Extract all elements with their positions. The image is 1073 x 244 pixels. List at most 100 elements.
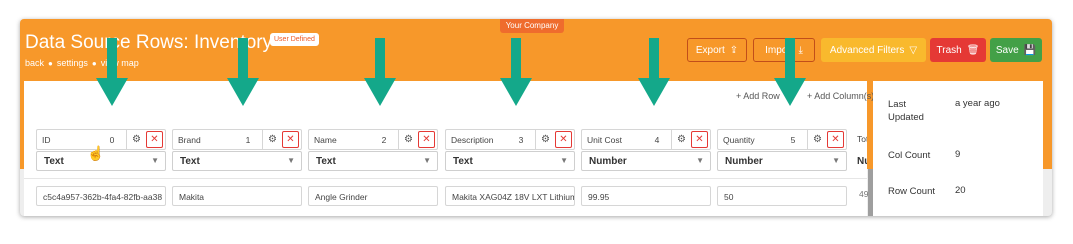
trash-button[interactable]: Trash 🗑 [930,38,986,62]
advanced-filters-label: Advanced Filters [829,44,905,56]
upload-icon: ⇪ [729,44,739,56]
column-header: Quantity 5 ⚙ ✕ [717,129,847,150]
chevron-down-icon: ▼ [287,156,295,165]
column-type-value: Number [725,156,763,167]
column-name[interactable]: Unit Cost [587,135,622,145]
column-partial: Tot Nu [857,129,867,189]
close-icon[interactable]: ✕ [555,131,572,148]
gear-icon[interactable]: ⚙ [126,130,146,149]
chevron-down-icon: ▼ [696,156,704,165]
user-defined-badge: User Defined [270,33,319,46]
column-type-value[interactable]: Nu [857,156,867,167]
col-count-value: 9 [955,149,961,160]
close-icon[interactable]: ✕ [146,131,163,148]
down-arrow-icon [364,38,396,106]
cell-input[interactable]: c5c4a957-362b-4fa4-82fb-aa38 [36,186,166,206]
gear-icon[interactable]: ⚙ [807,130,827,149]
column-quantity: Quantity 5 ⚙ ✕ Number ▼ [717,129,847,175]
cell-input[interactable]: 50 [717,186,847,206]
column-index[interactable]: 1 [241,135,255,145]
save-label: Save [995,44,1019,56]
hand-cursor-icon: ☝ [87,145,105,161]
column-type-select[interactable]: Text ▼ [445,151,575,171]
column-header: Brand 1 ⚙ ✕ [172,129,302,150]
export-label: Export [695,44,725,56]
save-icon: 💾 [1023,44,1037,56]
cell-value: Angle Grinder [315,192,368,202]
cell-input[interactable]: Makita XAG04Z 18V LXT Lithium [445,186,575,206]
back-link[interactable]: back [25,58,44,68]
cell-value: Makita XAG04Z 18V LXT Lithium [452,192,575,202]
gear-icon[interactable]: ⚙ [535,130,555,149]
row-count-value: 20 [955,185,966,196]
advanced-filters-button[interactable]: Advanced Filters ▽ [821,38,926,62]
separator-dot: ● [48,59,53,68]
column-type-value: Text [44,156,64,167]
last-updated-value: a year ago [955,98,1000,109]
column-index[interactable]: 5 [786,135,800,145]
column-index[interactable]: 3 [514,135,528,145]
column-index[interactable]: 2 [377,135,391,145]
cell-value: 50 [724,192,734,202]
down-arrow-icon [774,38,806,106]
column-name[interactable]: Description [451,135,494,145]
cell-value: Makita [179,192,205,202]
divider [24,178,867,179]
chevron-down-icon: ▼ [832,156,840,165]
close-icon[interactable]: ✕ [418,131,435,148]
gear-icon[interactable]: ⚙ [262,130,282,149]
add-column-button[interactable]: + Add Column(s) [807,91,874,101]
company-tab[interactable]: Your Company [500,19,564,33]
column-type-select[interactable]: Text ▼ [172,151,302,171]
column-name[interactable]: Brand [178,135,201,145]
cell-input[interactable]: Makita [172,186,302,206]
info-panel: Last Updated a year ago Col Count 9 Row … [873,81,1043,216]
column-index[interactable]: 0 [105,135,119,145]
column-unit-cost: Unit Cost 4 ⚙ ✕ Number ▼ [581,129,711,175]
cell-input[interactable]: 99.95 [581,186,711,206]
column-type-select[interactable]: Number ▼ [717,151,847,171]
export-button[interactable]: Export ⇪ [687,38,747,62]
trash-label: Trash [936,44,962,56]
gear-icon[interactable]: ⚙ [398,130,418,149]
column-index[interactable]: 4 [650,135,664,145]
down-arrow-icon [500,38,532,106]
save-button[interactable]: Save 💾 [990,38,1042,62]
column-type-select[interactable]: Text ▼ [308,151,438,171]
down-arrow-icon [638,38,670,106]
cell-value: 99.95 [588,192,610,202]
cell-input[interactable]: Angle Grinder [308,186,438,206]
column-header: Name 2 ⚙ ✕ [308,129,438,150]
chevron-down-icon: ▼ [423,156,431,165]
last-updated-label: Last Updated [888,99,924,123]
column-name[interactable]: Name [314,135,337,145]
filter-icon: ▽ [909,44,918,56]
down-arrow-icon [96,38,128,106]
chevron-down-icon: ▼ [151,156,159,165]
column-name-field: Name 2 ⚙ ✕ Text ▼ [308,129,438,175]
row-count-label: Row Count [888,186,935,197]
column-type-value: Text [180,156,200,167]
column-header: Unit Cost 4 ⚙ ✕ [581,129,711,150]
column-name[interactable]: ID [42,135,51,145]
col-count-label: Col Count [888,150,931,161]
trash-icon: 🗑 [966,44,980,56]
column-type-value: Text [453,156,473,167]
column-type-value: Number [589,156,627,167]
column-description: Description 3 ⚙ ✕ Text ▼ [445,129,575,175]
down-arrow-icon [227,38,259,106]
settings-link[interactable]: settings [57,58,88,68]
column-name[interactable]: Quantity [723,135,755,145]
columns-panel: + Add Row + Add Column(s) ID 0 ⚙ ✕ Text … [24,81,874,216]
column-brand: Brand 1 ⚙ ✕ Text ▼ [172,129,302,175]
column-type-value: Text [316,156,336,167]
cell-value: c5c4a957-362b-4fa4-82fb-aa38 [43,192,163,202]
gear-icon[interactable]: ⚙ [671,130,691,149]
column-name[interactable]: Tot [857,134,867,144]
close-icon[interactable]: ✕ [691,131,708,148]
column-header: Description 3 ⚙ ✕ [445,129,575,150]
close-icon[interactable]: ✕ [282,131,299,148]
column-type-select[interactable]: Number ▼ [581,151,711,171]
app-window: Your Company Data Source Rows: Inventory… [20,19,1052,216]
close-icon[interactable]: ✕ [827,131,844,148]
